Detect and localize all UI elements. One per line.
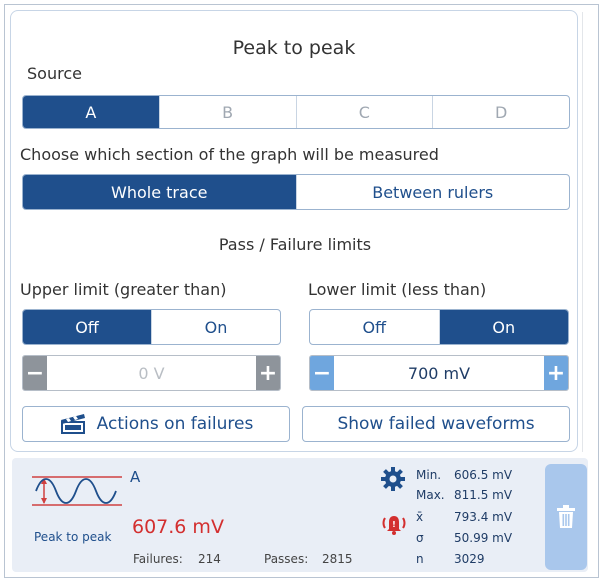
lower-limit-stepper: − 700 mV + bbox=[309, 355, 569, 391]
failures-label: Failures: bbox=[133, 552, 183, 566]
source-option-c[interactable]: C bbox=[297, 96, 434, 128]
limits-heading: Pass / Failure limits bbox=[218, 235, 372, 254]
upper-limit-stepper: − 0 V + bbox=[22, 355, 281, 391]
upper-limit-label: Upper limit (greater than) bbox=[20, 280, 227, 299]
alarm-bell-icon[interactable]: ! bbox=[380, 510, 408, 538]
svg-text:!: ! bbox=[392, 520, 396, 529]
stat-n-value: 3029 bbox=[454, 552, 485, 566]
stat-min-label: Min. bbox=[416, 468, 442, 482]
panel-title: Peak to peak bbox=[232, 37, 356, 59]
upper-limit-value[interactable]: 0 V bbox=[47, 356, 256, 390]
stat-sigma-label: σ bbox=[416, 531, 424, 545]
peak-to-peak-waveform-icon bbox=[32, 476, 122, 506]
source-option-d[interactable]: D bbox=[433, 96, 569, 128]
stat-sigma-value: 50.99 mV bbox=[454, 531, 513, 545]
source-selector: A B C D bbox=[22, 95, 570, 129]
actions-on-failures-button[interactable]: Actions on failures bbox=[22, 406, 290, 442]
stat-mean-label: x̄ bbox=[416, 510, 424, 524]
upper-limit-on[interactable]: On bbox=[152, 310, 280, 344]
source-option-a[interactable]: A bbox=[23, 96, 160, 128]
failures-count: 214 bbox=[198, 552, 221, 566]
show-failed-waveforms-label: Show failed waveforms bbox=[337, 414, 535, 434]
result-measurement-name: Peak to peak bbox=[34, 530, 112, 544]
source-option-b[interactable]: B bbox=[160, 96, 297, 128]
stat-max-value: 811.5 mV bbox=[454, 488, 513, 502]
lower-limit-toggle: Off On bbox=[309, 309, 569, 345]
whole-trace-option[interactable]: Whole trace bbox=[23, 175, 297, 209]
result-channel: A bbox=[130, 468, 141, 486]
stat-max-label: Max. bbox=[416, 488, 445, 502]
between-rulers-option[interactable]: Between rulers bbox=[297, 175, 570, 209]
lower-limit-on[interactable]: On bbox=[439, 310, 568, 344]
stat-n-label: n bbox=[416, 552, 424, 566]
lower-limit-value[interactable]: 700 mV bbox=[334, 356, 544, 390]
actions-on-failures-label: Actions on failures bbox=[96, 414, 254, 434]
upper-limit-increment[interactable]: + bbox=[256, 356, 280, 390]
upper-limit-decrement[interactable]: − bbox=[23, 356, 47, 390]
clapperboard-icon bbox=[60, 414, 85, 434]
scrollbar[interactable] bbox=[582, 12, 587, 452]
passes-label: Passes: bbox=[264, 552, 309, 566]
section-prompt: Choose which section of the graph will b… bbox=[20, 145, 439, 164]
gear-icon[interactable] bbox=[380, 466, 406, 492]
stat-mean-value: 793.4 mV bbox=[454, 510, 513, 524]
upper-limit-off[interactable]: Off bbox=[23, 310, 152, 344]
lower-limit-label: Lower limit (less than) bbox=[308, 280, 487, 299]
delete-measurement-button[interactable] bbox=[545, 464, 587, 570]
show-failed-waveforms-button[interactable]: Show failed waveforms bbox=[302, 406, 570, 442]
source-label: Source bbox=[27, 64, 82, 83]
lower-limit-increment[interactable]: + bbox=[544, 356, 568, 390]
result-value: 607.6 mV bbox=[132, 516, 224, 538]
upper-limit-toggle: Off On bbox=[22, 309, 281, 345]
lower-limit-off[interactable]: Off bbox=[310, 310, 440, 344]
lower-limit-decrement[interactable]: − bbox=[310, 356, 334, 390]
stat-min-value: 606.5 mV bbox=[454, 468, 513, 482]
trash-icon bbox=[557, 505, 575, 528]
section-selector: Whole trace Between rulers bbox=[22, 174, 570, 210]
passes-count: 2815 bbox=[322, 552, 353, 566]
